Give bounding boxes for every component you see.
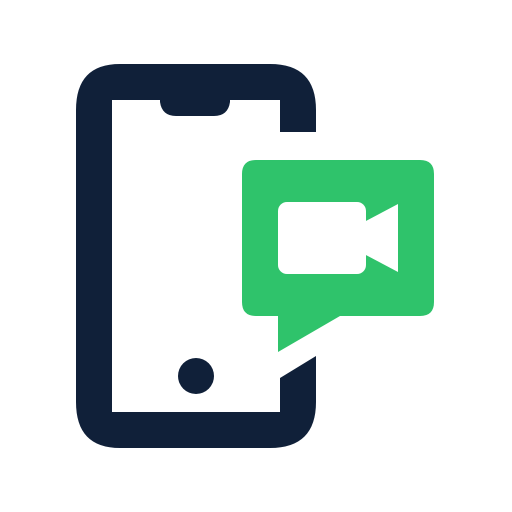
video-chat-bubble-icon [242, 160, 434, 352]
mobile-video-call-icon [0, 0, 512, 512]
icon-canvas [76, 64, 434, 448]
camera-body [278, 202, 366, 274]
phone-notch [160, 100, 230, 116]
home-button [178, 358, 214, 394]
